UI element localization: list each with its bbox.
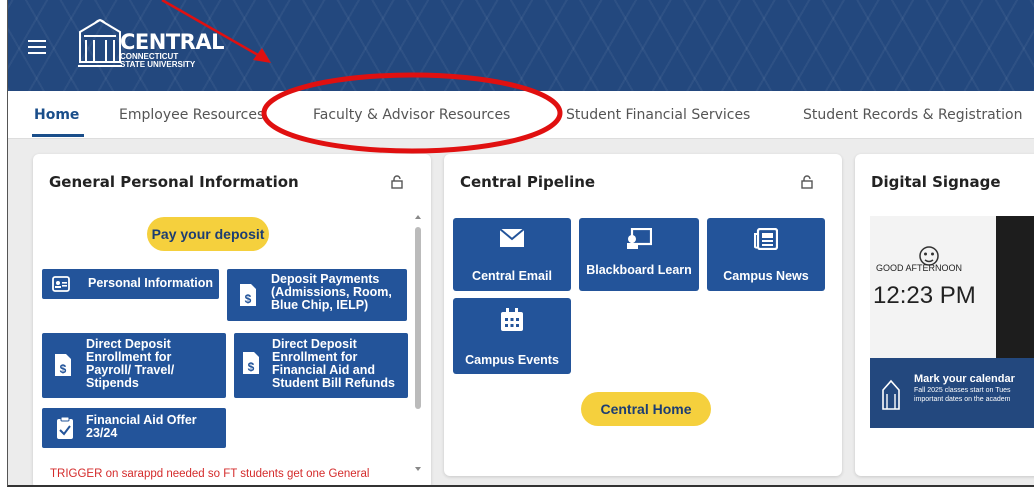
- annotation-arrow-line: [161, 0, 266, 61]
- annotation-arrowhead: [253, 48, 271, 63]
- annotation-overlay: [161, 0, 563, 154]
- annotation-ellipse: [261, 72, 563, 154]
